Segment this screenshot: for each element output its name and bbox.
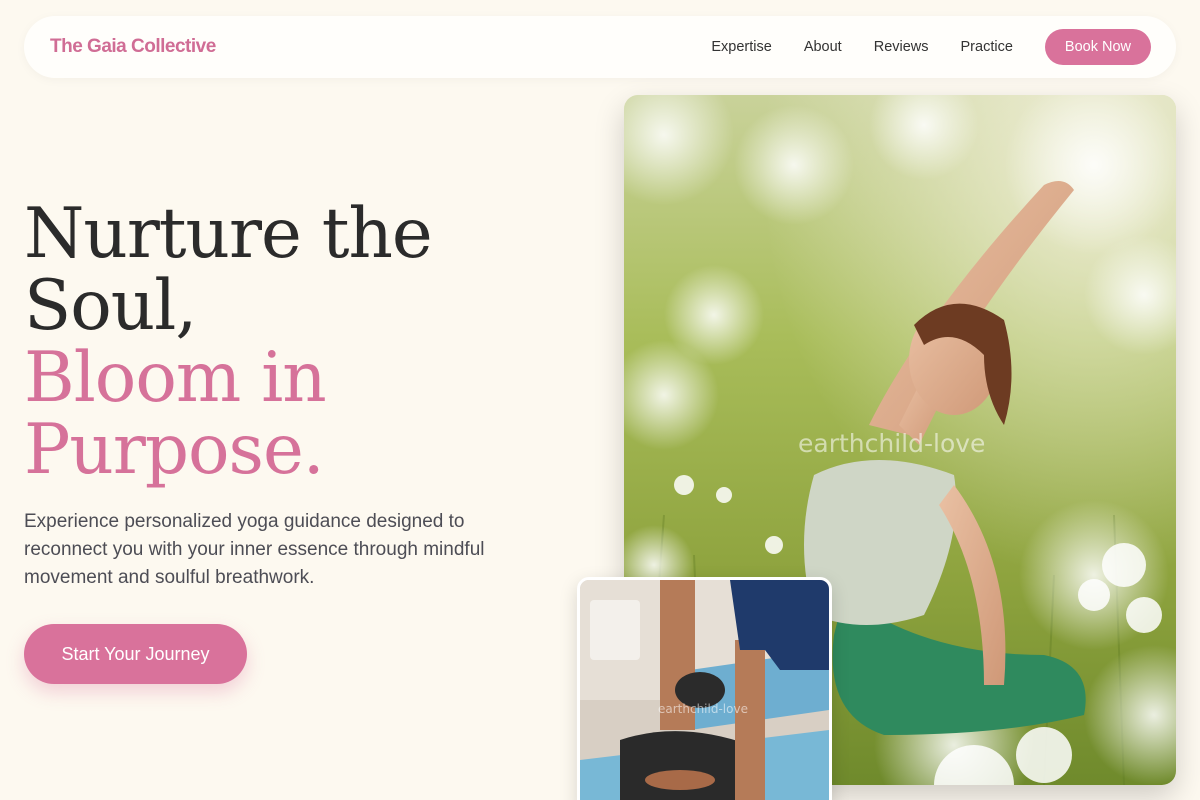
- page: The Gaia Collective Expertise About Revi…: [0, 0, 1200, 800]
- hero-title: Nurture the Soul, Bloom in Purpose.: [24, 198, 584, 486]
- secondary-photo-assisted-yoga: earthchild-love: [577, 577, 832, 800]
- hero-title-line-1: Nurture the: [24, 194, 433, 274]
- navbar: The Gaia Collective Expertise About Revi…: [24, 16, 1176, 78]
- assisted-yoga-illustration: [580, 580, 829, 800]
- book-now-button[interactable]: Book Now: [1044, 29, 1151, 65]
- nav-link-about[interactable]: About: [804, 39, 842, 55]
- nav-link-reviews[interactable]: Reviews: [874, 39, 929, 55]
- brand-logo[interactable]: The Gaia Collective: [50, 36, 216, 58]
- start-journey-button[interactable]: Start Your Journey: [24, 624, 247, 684]
- hero-title-line-2: Soul,: [24, 266, 197, 346]
- hero-title-accent-line-1: Bloom in: [24, 338, 327, 418]
- hero-title-accent-line-2: Purpose.: [24, 410, 325, 490]
- nav-link-expertise[interactable]: Expertise: [711, 39, 771, 55]
- nav-link-practice[interactable]: Practice: [961, 39, 1013, 55]
- hero-subtitle: Experience personalized yoga guidance de…: [24, 511, 485, 588]
- nav-links: Expertise About Reviews Practice Book No…: [711, 29, 1151, 65]
